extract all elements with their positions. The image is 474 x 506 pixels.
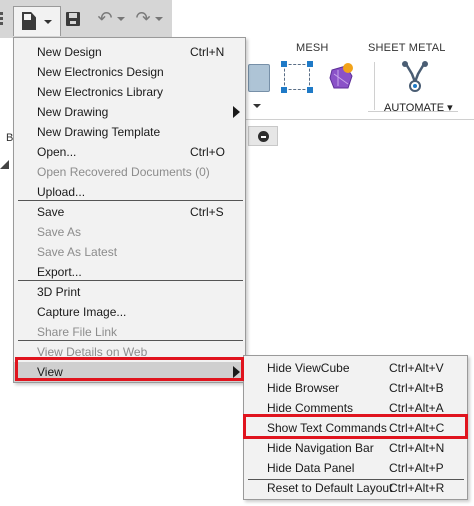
menu-item-new-design[interactable]: New Design Ctrl+N (14, 42, 245, 62)
menu-item-label: New Drawing Template (37, 125, 161, 139)
menu-item-shortcut: Ctrl+Alt+R (389, 481, 445, 495)
menu-item-label: New Electronics Design (37, 65, 164, 79)
menu-item-label: New Drawing (37, 105, 109, 119)
menu-item-shortcut: Ctrl+Alt+P (389, 461, 444, 475)
menu-item-save[interactable]: Save Ctrl+S (14, 202, 245, 222)
redo-dropdown-icon[interactable] (155, 17, 163, 21)
submenu-item-hide-data-panel[interactable]: Hide Data Panel Ctrl+Alt+P (244, 458, 467, 478)
menu-item-export[interactable]: Export... (14, 262, 245, 282)
inspect-tool-icon[interactable] (248, 64, 270, 92)
menu-item-new-electronics-design[interactable]: New Electronics Design (14, 62, 245, 82)
menu-item-capture-image[interactable]: Capture Image... (14, 302, 245, 322)
menu-item-shortcut: Ctrl+N (190, 45, 225, 59)
toolbar-grip-icon (0, 12, 4, 26)
menu-item-label: Hide Browser (267, 381, 340, 395)
submenu-item-hide-browser[interactable]: Hide Browser Ctrl+Alt+B (244, 378, 467, 398)
menu-item-new-drawing[interactable]: New Drawing (14, 102, 245, 122)
menu-separator (18, 280, 243, 281)
tab-mesh[interactable]: MESH (296, 42, 329, 54)
undo-icon[interactable]: ↶ (95, 8, 115, 28)
menu-item-label: New Design (37, 45, 102, 59)
browser-header-strip (248, 126, 278, 146)
menu-separator (18, 200, 243, 201)
menu-item-shortcut: Ctrl+Alt+B (389, 381, 444, 395)
menu-item-label: 3D Print (37, 285, 81, 299)
file-menu-button[interactable] (13, 6, 61, 36)
menu-item-label: Hide Comments (267, 401, 354, 415)
menu-item-shortcut: Ctrl+S (190, 205, 224, 219)
chevron-down-icon[interactable] (253, 104, 261, 108)
menu-item-label: Save As (37, 225, 82, 239)
submenu-arrow-icon (233, 106, 240, 118)
menu-item-shortcut: Ctrl+Alt+A (389, 401, 444, 415)
menu-item-label: Hide Data Panel (267, 461, 355, 475)
menu-item-save-as: Save As (14, 222, 245, 242)
menu-item-label: Hide Navigation Bar (267, 441, 374, 455)
automate-dropdown[interactable]: AUTOMATE ▾ (384, 101, 453, 114)
menu-item-shortcut: Ctrl+O (190, 145, 226, 159)
collapse-circle-icon[interactable] (258, 131, 269, 142)
menu-item-open[interactable]: Open... Ctrl+O (14, 142, 245, 162)
redo-icon[interactable]: ↷ (133, 8, 153, 28)
menu-item-shortcut: Ctrl+Alt+N (389, 441, 445, 455)
menu-item-share-file-link: Share File Link (14, 322, 245, 342)
menu-item-save-as-latest: Save As Latest (14, 242, 245, 262)
ribbon-divider (374, 62, 375, 110)
menu-item-label: Open Recovered Documents (0) (37, 165, 210, 179)
expand-triangle-icon[interactable] (0, 160, 9, 169)
file-icon (22, 12, 36, 30)
menu-item-label: Hide ViewCube (267, 361, 350, 375)
save-icon[interactable] (66, 12, 80, 26)
menu-item-label: Open... (37, 145, 77, 159)
submenu-item-reset-to-default-layout[interactable]: Reset to Default Layout Ctrl+Alt+R (244, 478, 467, 498)
menu-item-label: Upload... (37, 185, 86, 199)
menu-item-label: Reset to Default Layout (267, 481, 393, 495)
chevron-down-icon (44, 20, 52, 24)
menu-separator (18, 340, 243, 341)
mesh-section-box-icon[interactable] (281, 61, 313, 93)
tab-sheet-metal[interactable]: SHEET METAL (368, 42, 446, 54)
menu-item-upload[interactable]: Upload... (14, 182, 245, 202)
quick-access-toolbar: ↶ ↷ (0, 0, 172, 38)
show-text-commands-highlight-box (243, 414, 468, 439)
automate-icon[interactable] (398, 60, 432, 96)
ribbon-divider (368, 111, 458, 112)
menu-item-label: Save As Latest (37, 245, 118, 259)
menu-item-label: New Electronics Library (37, 85, 164, 99)
menu-item-3d-print[interactable]: 3D Print (14, 282, 245, 302)
menu-item-new-drawing-template[interactable]: New Drawing Template (14, 122, 245, 142)
menu-item-shortcut: Ctrl+Alt+V (389, 361, 444, 375)
view-highlight-box (15, 357, 244, 381)
menu-item-label: Capture Image... (37, 305, 127, 319)
menu-item-label: Save (37, 205, 65, 219)
file-menu: New Design Ctrl+N New Electronics Design… (13, 37, 246, 383)
menu-item-label: Export... (37, 265, 82, 279)
menu-item-new-electronics-library[interactable]: New Electronics Library (14, 82, 245, 102)
submenu-item-hide-viewcube[interactable]: Hide ViewCube Ctrl+Alt+V (244, 358, 467, 378)
submenu-item-hide-navigation-bar[interactable]: Hide Navigation Bar Ctrl+Alt+N (244, 438, 467, 458)
mesh-body-icon[interactable] (326, 62, 356, 92)
menu-item-label: Share File Link (37, 325, 118, 339)
menu-item-open-recovered-documents: Open Recovered Documents (0) (14, 162, 245, 182)
undo-dropdown-icon[interactable] (117, 17, 125, 21)
